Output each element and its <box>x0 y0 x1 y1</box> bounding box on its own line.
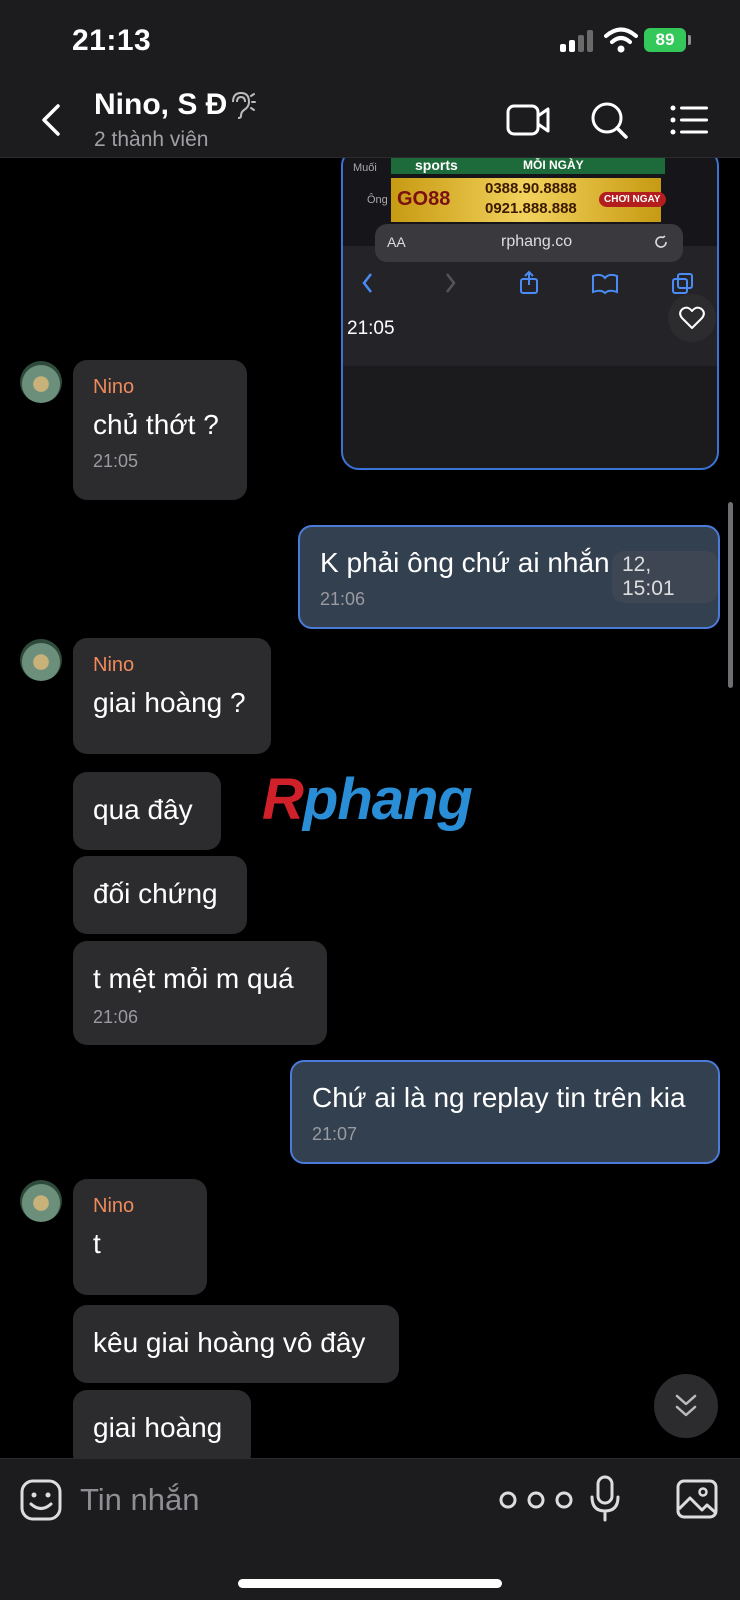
image-timestamp: 21:05 <box>347 318 395 339</box>
sender-name: Nino <box>93 376 135 398</box>
sticker-icon[interactable] <box>20 1479 62 1521</box>
avatar[interactable] <box>20 361 62 403</box>
wifi-icon <box>604 27 638 53</box>
battery-level: 89 <box>644 28 686 52</box>
message-bubble[interactable]: Nino chủ thớt ? 21:05 <box>73 360 247 500</box>
image-icon[interactable] <box>676 1479 718 1519</box>
sender-name: Nino <box>93 654 135 676</box>
search-icon[interactable] <box>588 100 632 140</box>
sender-name: Nino <box>93 1195 135 1217</box>
avatar[interactable] <box>20 1180 62 1222</box>
message-text: đối chứng <box>93 878 218 909</box>
message-bubble[interactable]: t mệt mỏi m quá 21:06 <box>73 941 327 1045</box>
message-text: qua đây <box>93 794 193 825</box>
watermark-logo: Rphang <box>262 767 473 832</box>
status-bar: 21:13 89 <box>0 0 740 82</box>
ad-banner-text: sports <box>415 158 458 173</box>
menu-list-icon[interactable] <box>668 100 712 140</box>
home-indicator[interactable] <box>238 1579 502 1588</box>
browser-url: rphang.co <box>501 233 573 250</box>
chat-header: Nino, S Đ 2 thành viên <box>0 82 740 158</box>
status-time: 21:13 <box>72 24 152 57</box>
message-text: giai hoàng <box>93 1412 223 1443</box>
message-bubble[interactable]: kêu giai hoàng vô đây <box>73 1305 399 1383</box>
ad-brand: GO88 <box>397 188 451 210</box>
shared-screenshot-image[interactable]: Muối sports MỖI NGÀY Ông GO88 0388.90.88… <box>341 158 719 470</box>
message-text: kêu giai hoàng vô đây <box>93 1327 366 1358</box>
message-list[interactable]: Muối sports MỖI NGÀY Ông GO88 0388.90.88… <box>0 158 740 1458</box>
avatar[interactable] <box>20 639 62 681</box>
message-text: t <box>93 1228 101 1259</box>
message-text: giai hoàng ? <box>93 687 246 718</box>
video-call-icon[interactable] <box>506 100 550 140</box>
message-text: Chứ ai là ng replay tin trên kia <box>312 1082 686 1113</box>
scroll-to-bottom-button[interactable] <box>654 1374 718 1438</box>
message-bubble[interactable]: Nino giai hoàng ? <box>73 638 271 754</box>
double-chevron-down-icon <box>675 1394 697 1417</box>
chat-title[interactable]: Nino, S Đ <box>94 88 227 122</box>
message-time: 21:05 <box>93 451 139 471</box>
browser-toolbar-icons <box>362 270 693 295</box>
message-text: chủ thớt ? <box>93 409 219 440</box>
message-bubble[interactable]: Nino t <box>73 1179 207 1295</box>
message-bubble-outgoing[interactable]: Chứ ai là ng replay tin trên kia 21:07 <box>290 1060 720 1164</box>
message-overlay-time: 12, 15:01 <box>612 551 718 603</box>
ear-icon <box>232 91 256 119</box>
message-bubble[interactable]: giai hoàng <box>73 1390 251 1458</box>
message-bubble-outgoing[interactable]: K phải ông chứ ai nhắn tn kia 21:06 12, … <box>298 525 720 629</box>
battery-icon: 89 <box>644 28 692 52</box>
message-time: 21:07 <box>312 1124 358 1144</box>
microphone-icon[interactable] <box>590 1475 620 1523</box>
member-count: 2 thành viên <box>94 128 209 151</box>
message-input[interactable]: Tin nhắn <box>80 1475 460 1525</box>
reload-icon <box>655 235 667 248</box>
react-button[interactable] <box>668 294 716 342</box>
cellular-signal-icon <box>560 30 594 52</box>
scroll-indicator[interactable] <box>728 502 733 688</box>
message-bubble[interactable]: qua đây <box>73 772 221 850</box>
message-text: t mệt mỏi m quá <box>93 963 294 994</box>
message-time: 21:06 <box>93 1007 139 1027</box>
more-options-icon[interactable] <box>498 1489 574 1511</box>
heart-icon <box>679 306 705 329</box>
message-bubble[interactable]: đối chứng <box>73 856 247 934</box>
back-icon[interactable] <box>36 102 66 138</box>
